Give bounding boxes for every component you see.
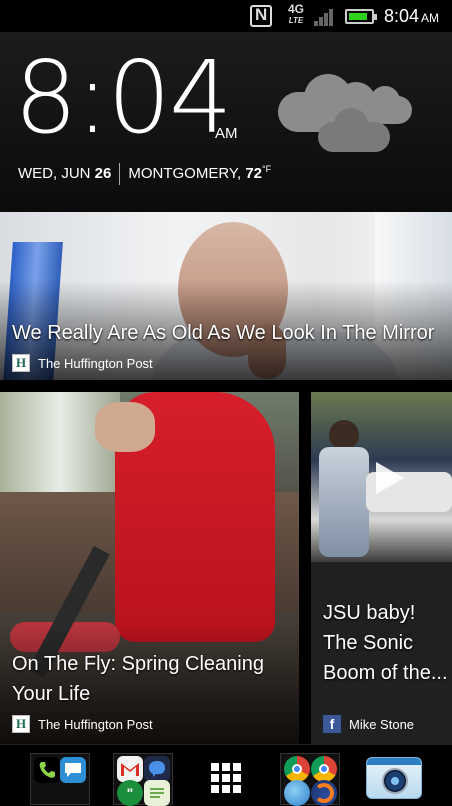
apps-grid-icon	[211, 763, 241, 793]
article-source[interactable]: H The Huffington Post	[12, 353, 153, 373]
city-label: MONTGOMERY,	[128, 164, 242, 182]
source-label: The Huffington Post	[38, 355, 153, 371]
clock-weather-widget[interactable]: 8:04 AM WED, JUN 26 MONTGOMERY, 72°F	[0, 32, 452, 212]
chrome-beta-icon	[284, 756, 310, 782]
source-label: The Huffington Post	[38, 716, 153, 732]
gmail-icon	[117, 756, 143, 782]
feed-tile[interactable]: On The Fly: Spring Cleaning Your Life H …	[0, 392, 299, 744]
source-label: Mike Stone	[349, 716, 415, 732]
cloudy-icon[interactable]	[278, 74, 418, 184]
status-bar: N 4G LTE 8:04 AM	[0, 0, 452, 32]
date-label: WED, JUN	[18, 164, 91, 182]
all-apps-button[interactable]	[196, 751, 256, 805]
news-feed[interactable]: We Really Are As Old As We Look In The M…	[0, 212, 452, 744]
play-icon[interactable]	[368, 458, 408, 498]
messages-icon	[60, 757, 86, 783]
video-thumbnail[interactable]	[311, 392, 452, 562]
messenger-icon	[144, 756, 170, 782]
date-day: 26	[94, 164, 112, 182]
feed-tile[interactable]: We Really Are As Old As We Look In The M…	[0, 212, 452, 380]
chrome-icon	[311, 756, 337, 782]
facebook-icon: f	[323, 715, 341, 733]
email-folder[interactable]: "	[113, 751, 173, 806]
divider	[119, 163, 121, 185]
hangouts-icon: "	[117, 780, 143, 806]
huffington-post-icon: H	[12, 715, 30, 733]
camera-app[interactable]	[364, 751, 424, 805]
camera-icon	[366, 757, 422, 799]
nfc-icon: N	[250, 5, 272, 27]
article-title-line: The Sonic	[323, 632, 414, 654]
browsers-folder[interactable]	[280, 751, 340, 806]
lte-icon: 4G LTE	[287, 2, 304, 25]
signal-icon	[314, 8, 338, 26]
article-title-line: Your Life	[12, 683, 91, 705]
phone-messages-folder[interactable]	[30, 751, 90, 805]
article-title-line: On The Fly: Spring Cleaning	[12, 653, 264, 675]
article-source[interactable]: f Mike Stone	[323, 714, 414, 734]
article-title-line: JSU baby!	[323, 602, 416, 624]
dock: "	[0, 744, 452, 806]
text-message-icon	[144, 780, 170, 806]
firefox-icon	[311, 780, 337, 806]
temperature-unit: °F	[262, 163, 272, 174]
huffington-post-icon: H	[12, 354, 30, 372]
temperature: 72	[245, 164, 263, 182]
phone-icon	[34, 757, 60, 783]
article-title[interactable]: We Really Are As Old As We Look In The M…	[12, 318, 434, 348]
battery-icon	[345, 9, 377, 24]
article-title-line: Boom of the...	[323, 662, 448, 684]
feed-tile[interactable]: JSU baby! The Sonic Boom of the... f Mik…	[311, 392, 452, 744]
date-location-line: WED, JUN 26 MONTGOMERY, 72°F	[18, 163, 271, 185]
article-title[interactable]: JSU baby! The Sonic Boom of the...	[323, 598, 448, 688]
article-source[interactable]: H The Huffington Post	[12, 714, 153, 734]
status-time: 8:04 AM	[384, 6, 440, 26]
article-title[interactable]: On The Fly: Spring Cleaning Your Life	[12, 649, 264, 709]
clock-ampm: AM	[215, 125, 238, 142]
clock-time[interactable]: 8:04	[14, 48, 233, 148]
globe-browser-icon	[284, 780, 310, 806]
